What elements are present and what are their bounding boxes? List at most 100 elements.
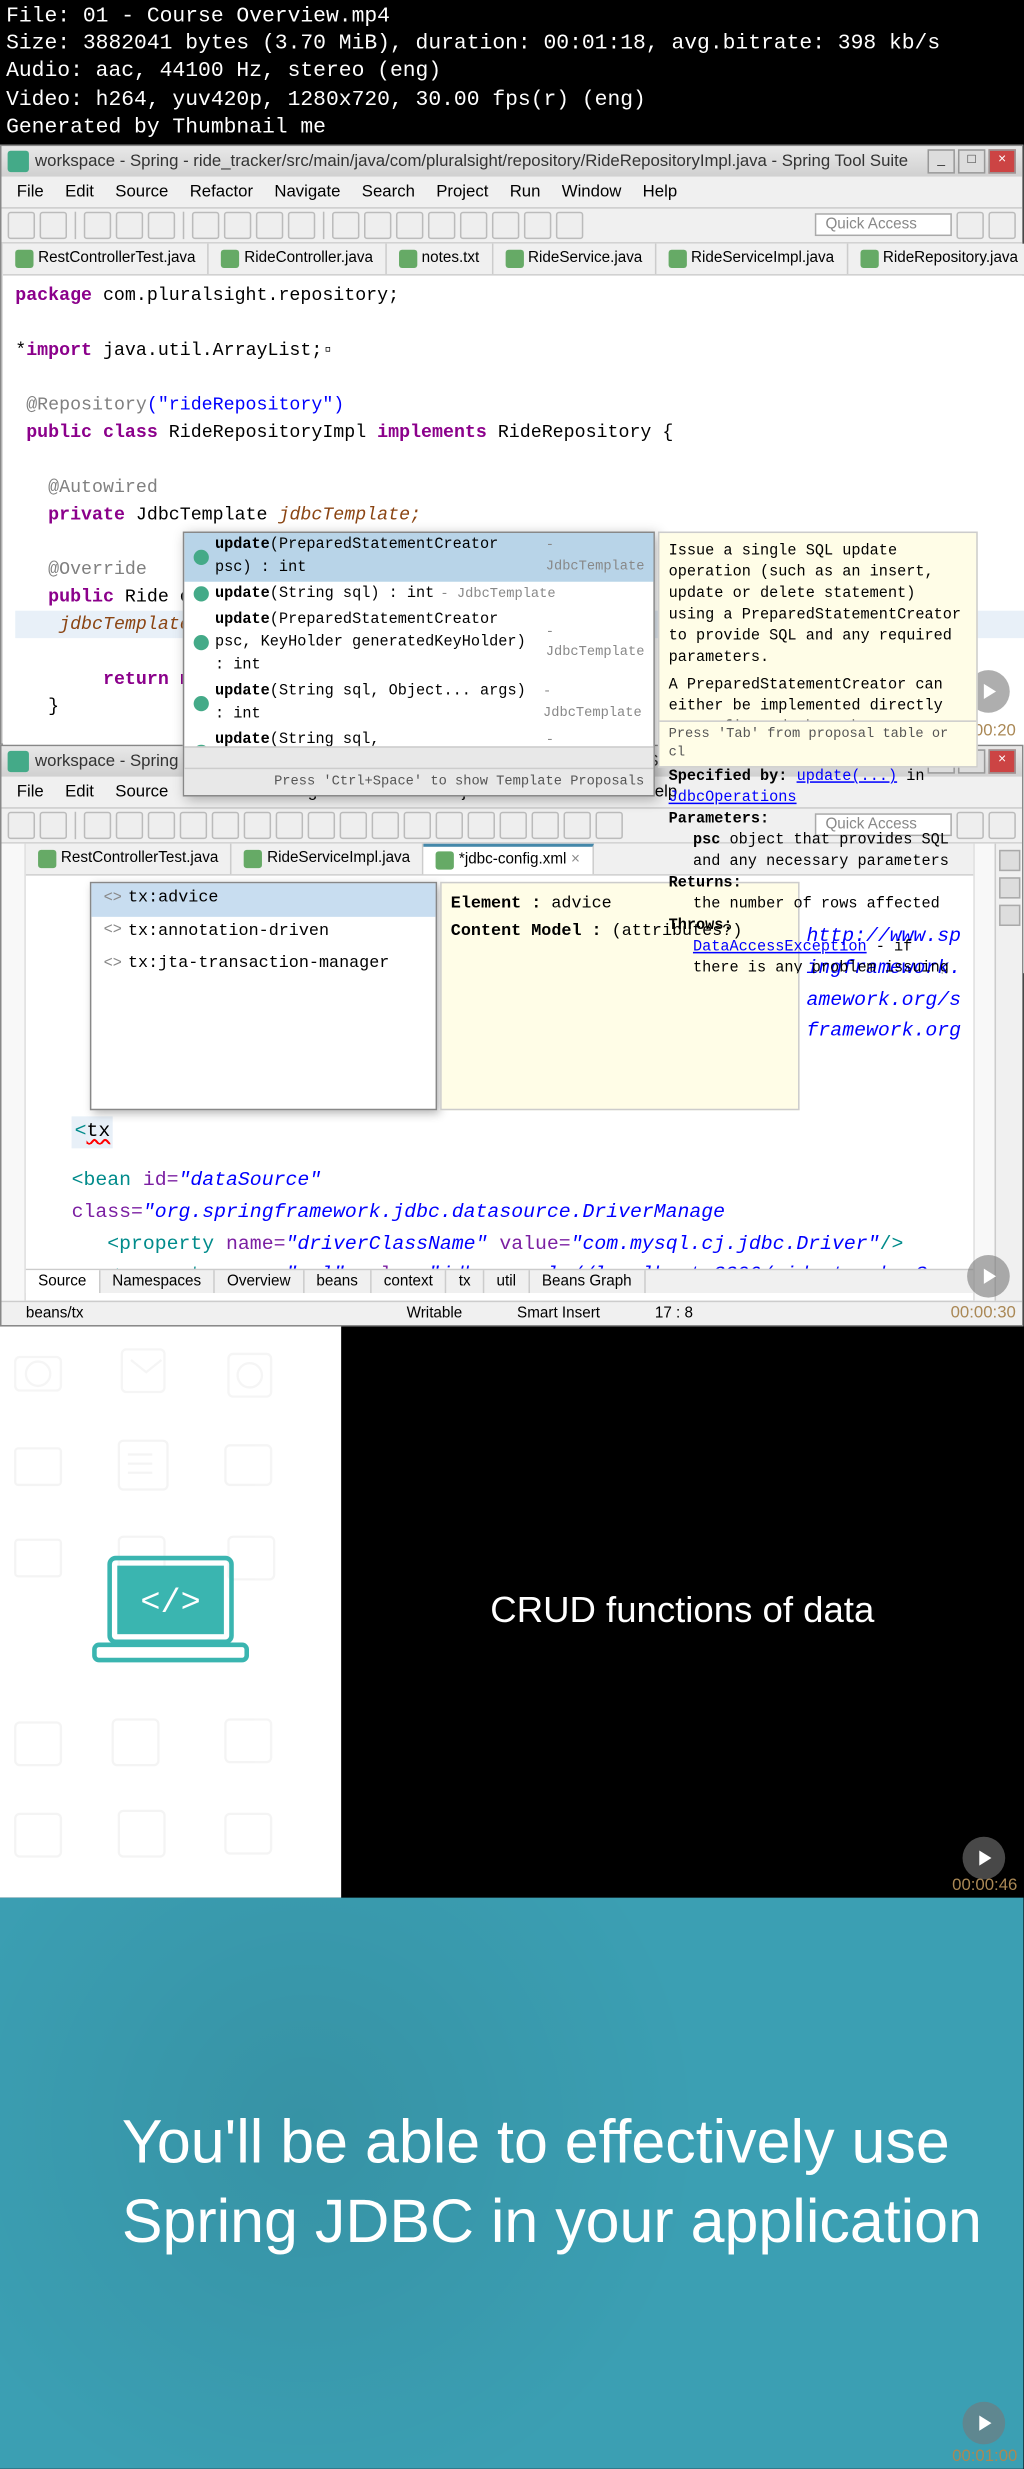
tab[interactable]: RestControllerTest.java xyxy=(3,244,209,274)
status-writable: Writable xyxy=(394,1305,474,1322)
tool-icon[interactable] xyxy=(532,812,559,839)
tool-icon[interactable] xyxy=(564,812,591,839)
method-icon xyxy=(193,587,208,602)
tool-coverage-icon[interactable] xyxy=(148,212,175,239)
menu-refactor[interactable]: Refactor xyxy=(181,180,263,204)
tool-icon[interactable] xyxy=(524,212,551,239)
view-tab[interactable]: context xyxy=(372,1270,447,1293)
menu-source[interactable]: Source xyxy=(106,780,177,804)
tool-icon[interactable] xyxy=(500,812,527,839)
autocomplete-item[interactable]: update(String sql, PreparedStatementSett… xyxy=(184,728,653,746)
menu-search[interactable]: Search xyxy=(353,180,424,204)
tool-icon[interactable] xyxy=(192,212,219,239)
tool-icon[interactable] xyxy=(556,212,583,239)
menu-run[interactable]: Run xyxy=(501,180,550,204)
autocomplete-item[interactable]: update(PreparedStatementCreator psc, Key… xyxy=(184,608,653,680)
tool-icon[interactable] xyxy=(998,905,1019,926)
tool-icon[interactable] xyxy=(148,812,175,839)
tab[interactable]: RideController.java xyxy=(209,244,386,274)
tool-icon[interactable] xyxy=(492,212,519,239)
autocomplete-item[interactable]: <>tx:jta-transaction-manager xyxy=(91,949,435,982)
tool-icon[interactable] xyxy=(436,812,463,839)
tool-icon[interactable] xyxy=(308,812,335,839)
tab-active[interactable]: *jdbc-config.xml× xyxy=(424,844,594,874)
maximize-button[interactable]: □ xyxy=(958,149,985,173)
view-tab[interactable]: Overview xyxy=(215,1270,304,1293)
doc-link[interactable]: JdbcOperations xyxy=(669,790,797,807)
tool-icon[interactable] xyxy=(180,812,207,839)
quick-access-input[interactable]: Quick Access xyxy=(815,214,952,237)
view-tab[interactable]: util xyxy=(484,1270,529,1293)
tool-icon[interactable] xyxy=(84,812,111,839)
breadcrumb[interactable]: beans/tx xyxy=(14,1305,96,1322)
tab[interactable]: RideServiceImpl.java xyxy=(232,844,424,874)
perspective-icon[interactable] xyxy=(956,212,983,239)
view-tab[interactable]: Beans Graph xyxy=(530,1270,646,1293)
tab[interactable]: RideServiceImpl.java xyxy=(656,244,848,274)
menu-file[interactable]: File xyxy=(8,780,53,804)
tab[interactable]: RideService.java xyxy=(493,244,656,274)
tool-save-icon[interactable] xyxy=(40,212,67,239)
doc-link[interactable]: DataAccessException xyxy=(693,940,867,957)
view-tab[interactable]: Namespaces xyxy=(100,1270,215,1293)
doc-panel: Issue a single SQL update operation (suc… xyxy=(658,531,978,767)
tool-icon[interactable] xyxy=(998,850,1019,871)
play-button[interactable] xyxy=(967,1255,1010,1298)
play-button[interactable] xyxy=(963,1837,1006,1880)
tool-icon[interactable] xyxy=(404,812,431,839)
menu-project[interactable]: Project xyxy=(427,180,497,204)
tool-icon[interactable] xyxy=(224,212,251,239)
play-button[interactable] xyxy=(963,2402,1006,2445)
menu-source[interactable]: Source xyxy=(106,180,177,204)
tool-icon[interactable] xyxy=(340,812,367,839)
view-tab[interactable]: Source xyxy=(26,1270,100,1293)
tool-icon[interactable] xyxy=(468,812,495,839)
menu-navigate[interactable]: Navigate xyxy=(265,180,349,204)
menu-edit[interactable]: Edit xyxy=(56,780,103,804)
tool-icon[interactable] xyxy=(288,212,315,239)
autocomplete-item[interactable]: update(String sql) : int - JdbcTemplate xyxy=(184,582,653,608)
tool-icon[interactable] xyxy=(276,812,303,839)
autocomplete-item[interactable]: <>tx:annotation-driven xyxy=(91,916,435,949)
scrollbar[interactable] xyxy=(184,746,653,767)
autocomplete-item[interactable]: <>tx:advice xyxy=(91,883,435,916)
tool-icon[interactable] xyxy=(428,212,455,239)
tool-icon[interactable] xyxy=(396,212,423,239)
timestamp: 00:00:30 xyxy=(951,1304,1016,1322)
tool-icon[interactable] xyxy=(372,812,399,839)
tab[interactable]: notes.txt xyxy=(387,244,493,274)
view-tab[interactable]: beans xyxy=(304,1270,371,1293)
tool-icon[interactable] xyxy=(40,812,67,839)
close-button[interactable]: × xyxy=(988,749,1015,773)
doc-link[interactable]: update(...) xyxy=(797,769,898,786)
tool-icon[interactable] xyxy=(332,212,359,239)
tab[interactable]: RestControllerTest.java xyxy=(26,844,232,874)
tool-icon[interactable] xyxy=(8,812,35,839)
tool-icon[interactable] xyxy=(116,812,143,839)
titlebar: workspace - Spring - ride_tracker/src/ma… xyxy=(2,146,1022,176)
tool-icon[interactable] xyxy=(460,212,487,239)
view-tab[interactable]: tx xyxy=(447,1270,485,1293)
menu-file[interactable]: File xyxy=(8,180,53,204)
perspective-icon[interactable] xyxy=(988,812,1015,839)
tool-run-icon[interactable] xyxy=(116,212,143,239)
tool-icon[interactable] xyxy=(595,812,622,839)
menu-window[interactable]: Window xyxy=(553,180,631,204)
minimize-button[interactable]: _ xyxy=(928,149,955,173)
autocomplete-item[interactable]: update(String sql, Object... args) : int… xyxy=(184,679,653,728)
close-icon[interactable]: × xyxy=(571,852,580,869)
tool-icon[interactable] xyxy=(244,812,271,839)
tool-icon[interactable] xyxy=(998,877,1019,898)
autocomplete-item[interactable]: update(PreparedStatementCreator psc) : i… xyxy=(184,533,653,582)
menu-help[interactable]: Help xyxy=(634,180,687,204)
tool-icon[interactable] xyxy=(256,212,283,239)
tool-icon[interactable] xyxy=(364,212,391,239)
perspective-icon[interactable] xyxy=(988,212,1015,239)
text-file-icon xyxy=(399,250,417,268)
menu-edit[interactable]: Edit xyxy=(56,180,103,204)
close-button[interactable]: × xyxy=(988,149,1015,173)
tool-icon[interactable] xyxy=(212,812,239,839)
tab[interactable]: RideRepository.java xyxy=(848,244,1024,274)
tool-new-icon[interactable] xyxy=(8,212,35,239)
tool-debug-icon[interactable] xyxy=(84,212,111,239)
